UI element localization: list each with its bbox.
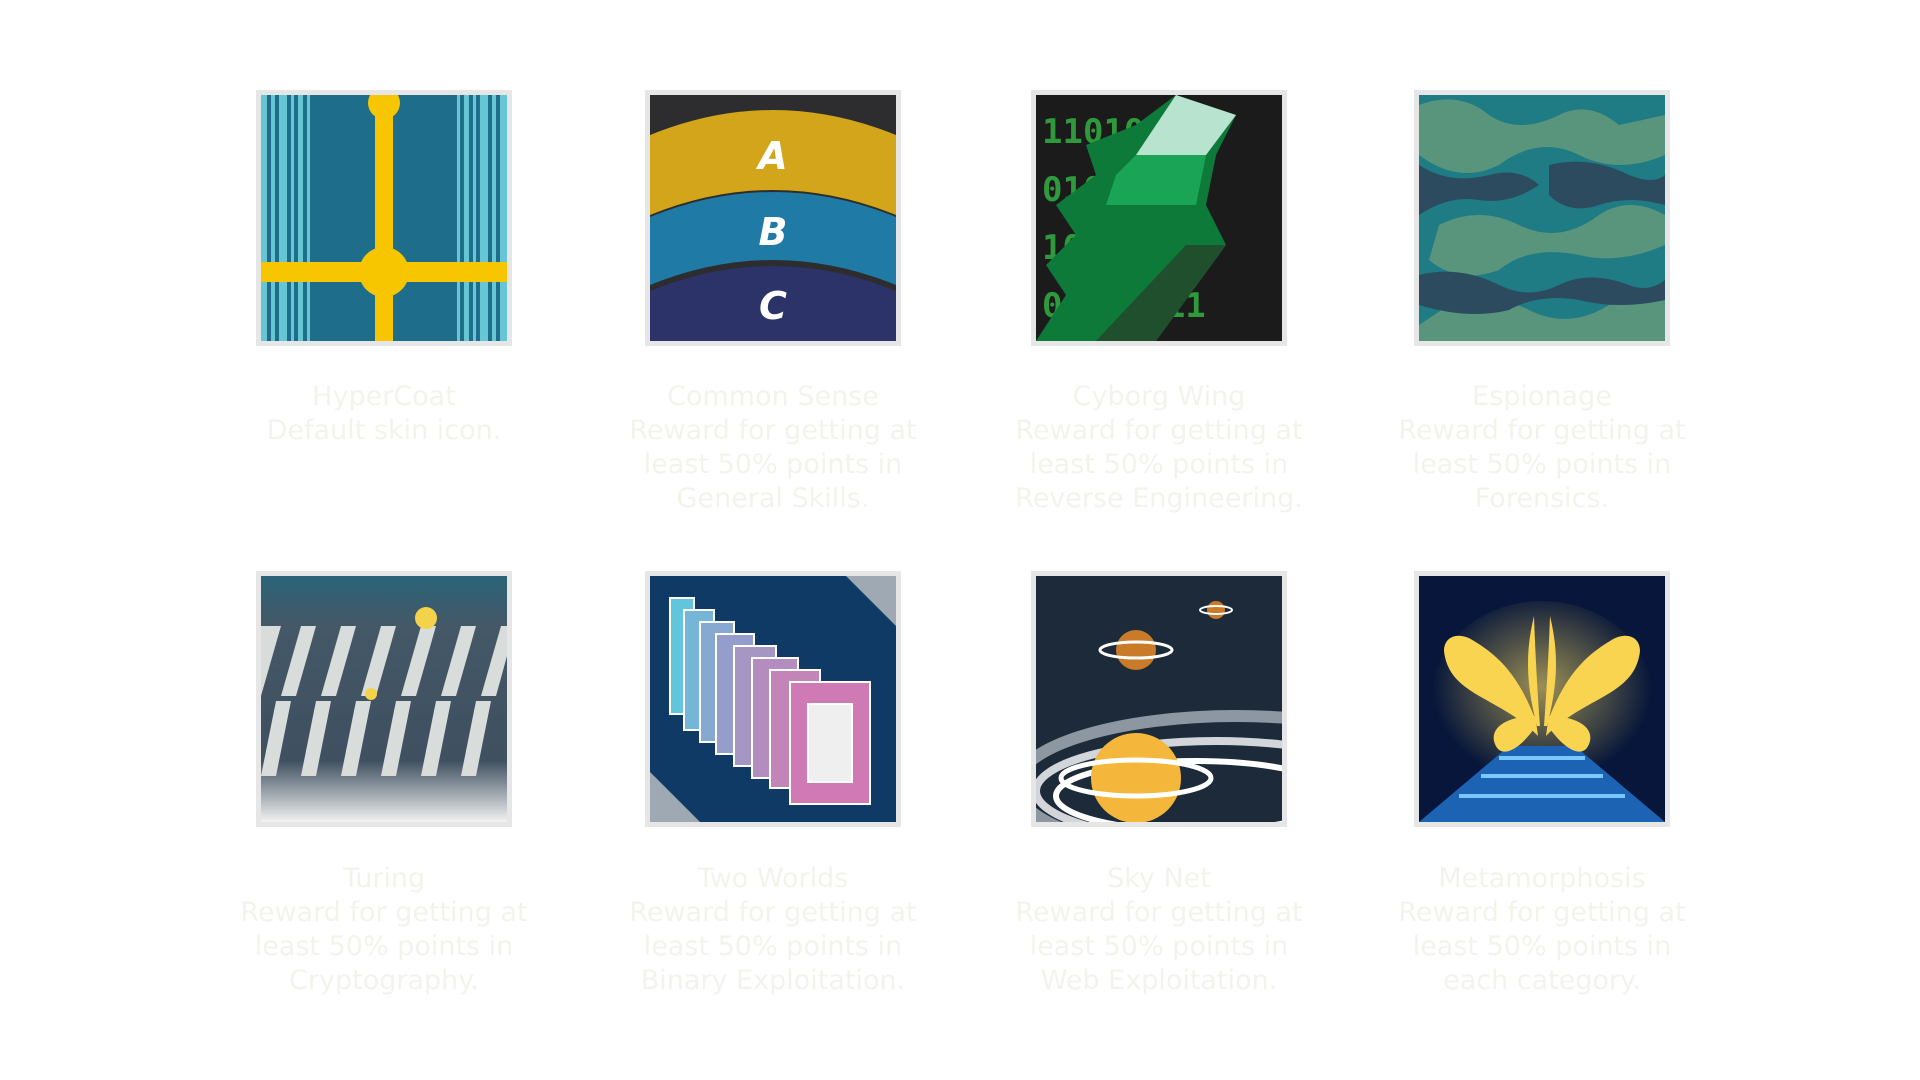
skin-tile-sky-net[interactable] xyxy=(1031,571,1287,827)
skin-title: Espionage xyxy=(1472,381,1612,412)
skin-description: Reward for getting at least 50% points i… xyxy=(1398,897,1686,996)
turing-icon xyxy=(261,576,507,822)
skin-description: Reward for getting at least 50% points i… xyxy=(1015,897,1303,996)
caption-cyborg-wing: Cyborg Wing Reward for getting at least … xyxy=(1009,380,1309,516)
skin-description: Reward for getting at least 50% points i… xyxy=(240,897,528,996)
skin-title: Metamorphosis xyxy=(1438,863,1646,894)
caption-sky-net: Sky Net Reward for getting at least 50% … xyxy=(1009,862,1309,998)
skin-tile-turing[interactable] xyxy=(256,571,512,827)
skin-tile-espionage[interactable] xyxy=(1414,90,1670,346)
skin-description: Default skin icon. xyxy=(266,415,502,446)
skin-tile-metamorphosis[interactable] xyxy=(1414,571,1670,827)
letter-c: C xyxy=(759,284,787,328)
hypercoat-icon xyxy=(261,95,507,341)
caption-common-sense: Common Sense Reward for getting at least… xyxy=(623,380,923,516)
skin-tile-cyborg-wing[interactable]: 11010010 01011110 10100101 01101111 xyxy=(1031,90,1287,346)
skin-tile-two-worlds[interactable] xyxy=(645,571,901,827)
skin-description: Reward for getting at least 50% points i… xyxy=(1015,415,1303,514)
skin-description: Reward for getting at least 50% points i… xyxy=(1398,415,1686,514)
caption-turing: Turing Reward for getting at least 50% p… xyxy=(234,862,534,998)
two-worlds-icon xyxy=(650,576,896,822)
sky-net-icon xyxy=(1036,576,1282,822)
caption-two-worlds: Two Worlds Reward for getting at least 5… xyxy=(623,862,923,998)
skin-title: Common Sense xyxy=(667,381,879,412)
caption-hypercoat: HyperCoat Default skin icon. xyxy=(234,380,534,448)
letter-a: A xyxy=(755,134,787,178)
cyborg-wing-icon: 11010010 01011110 10100101 01101111 xyxy=(1036,95,1282,341)
skin-gallery: A B C 11010010 01011110 10100101 0110111… xyxy=(0,0,1920,1080)
skin-tile-hypercoat[interactable] xyxy=(256,90,512,346)
skin-description: Reward for getting at least 50% points i… xyxy=(629,897,917,996)
skin-title: Cyborg Wing xyxy=(1072,381,1246,412)
letter-b: B xyxy=(759,210,788,254)
common-sense-icon: A B C xyxy=(650,95,896,341)
skin-title: HyperCoat xyxy=(312,381,456,412)
skin-title: Turing xyxy=(342,863,426,894)
skin-description: Reward for getting at least 50% points i… xyxy=(629,415,917,514)
skin-title: Two Worlds xyxy=(697,863,849,894)
caption-espionage: Espionage Reward for getting at least 50… xyxy=(1392,380,1692,516)
skin-title: Sky Net xyxy=(1107,863,1211,894)
skin-tile-common-sense[interactable]: A B C xyxy=(645,90,901,346)
caption-metamorphosis: Metamorphosis Reward for getting at leas… xyxy=(1392,862,1692,998)
espionage-icon xyxy=(1419,95,1665,341)
metamorphosis-icon xyxy=(1419,576,1665,822)
